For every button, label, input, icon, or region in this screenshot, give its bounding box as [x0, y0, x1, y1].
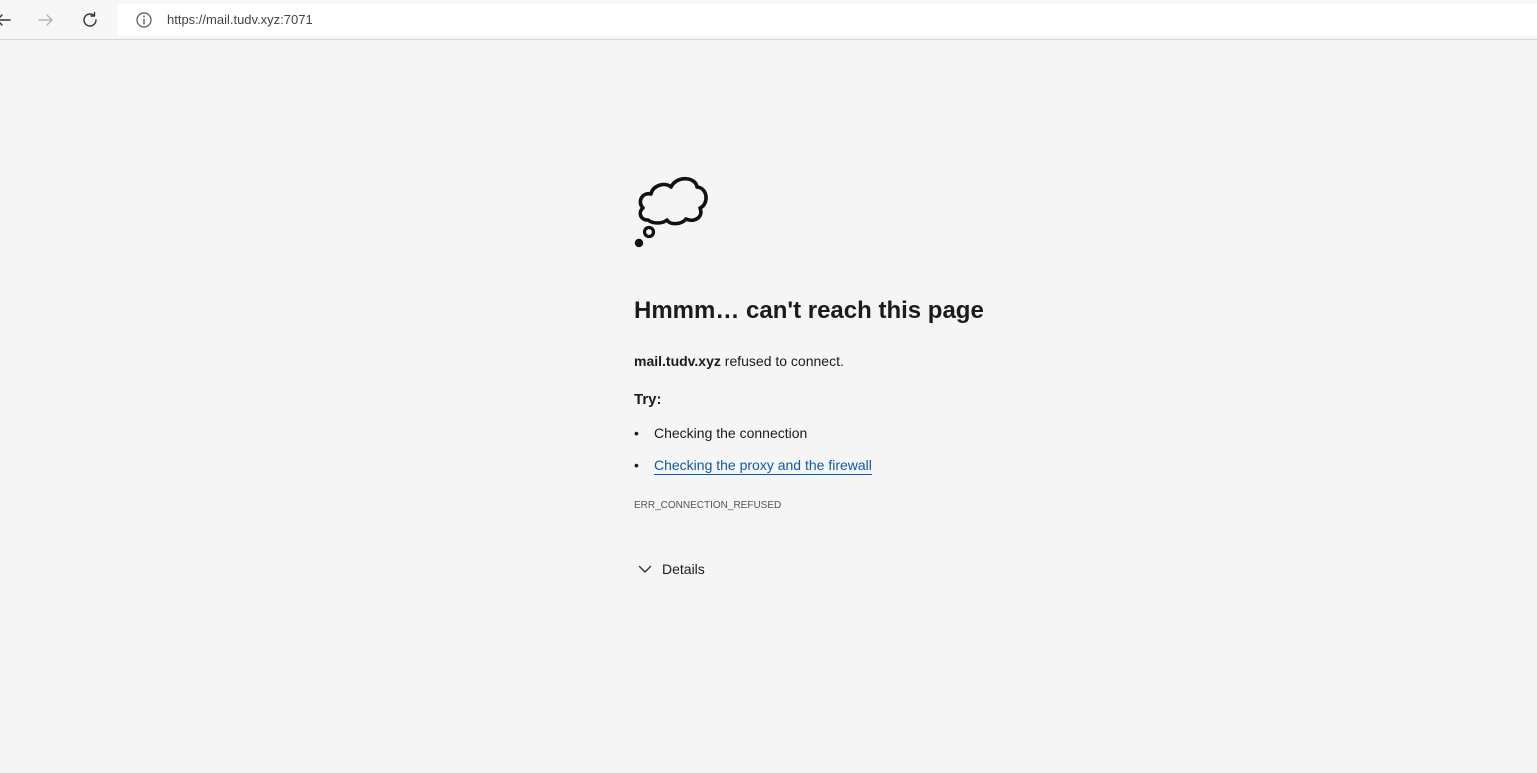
proxy-firewall-link[interactable]: Checking the proxy and the firewall: [654, 456, 872, 475]
chevron-down-icon: [638, 565, 652, 573]
info-circle-icon[interactable]: [135, 11, 153, 29]
refresh-button[interactable]: [75, 5, 105, 35]
details-label: Details: [662, 561, 705, 577]
address-bar[interactable]: https://mail.tudv.xyz:7071: [118, 4, 1537, 36]
arrow-right-icon: [38, 14, 53, 26]
suggestion-check-connection: Checking the connection: [654, 425, 808, 441]
back-button[interactable]: [0, 5, 18, 35]
error-code: ERR_CONNECTION_REFUSED: [634, 500, 782, 511]
browser-toolbar: https://mail.tudv.xyz:7071: [0, 0, 1537, 40]
details-toggle[interactable]: Details: [634, 558, 724, 580]
error-host: mail.tudv.xyz: [634, 353, 721, 369]
arrow-left-icon: [0, 14, 11, 26]
bullet: •: [634, 457, 639, 473]
error-message-text: refused to connect.: [720, 353, 844, 369]
bullet: •: [634, 425, 639, 441]
refresh-icon: [83, 11, 97, 27]
url-text[interactable]: https://mail.tudv.xyz:7071: [167, 12, 313, 28]
thought-cloud-icon: [634, 176, 708, 248]
try-label: Try:: [634, 391, 662, 408]
error-message: mail.tudv.xyz refused to connect.: [634, 352, 844, 370]
forward-button[interactable]: [31, 5, 61, 35]
page-title: Hmmm… can't reach this page: [634, 297, 984, 324]
